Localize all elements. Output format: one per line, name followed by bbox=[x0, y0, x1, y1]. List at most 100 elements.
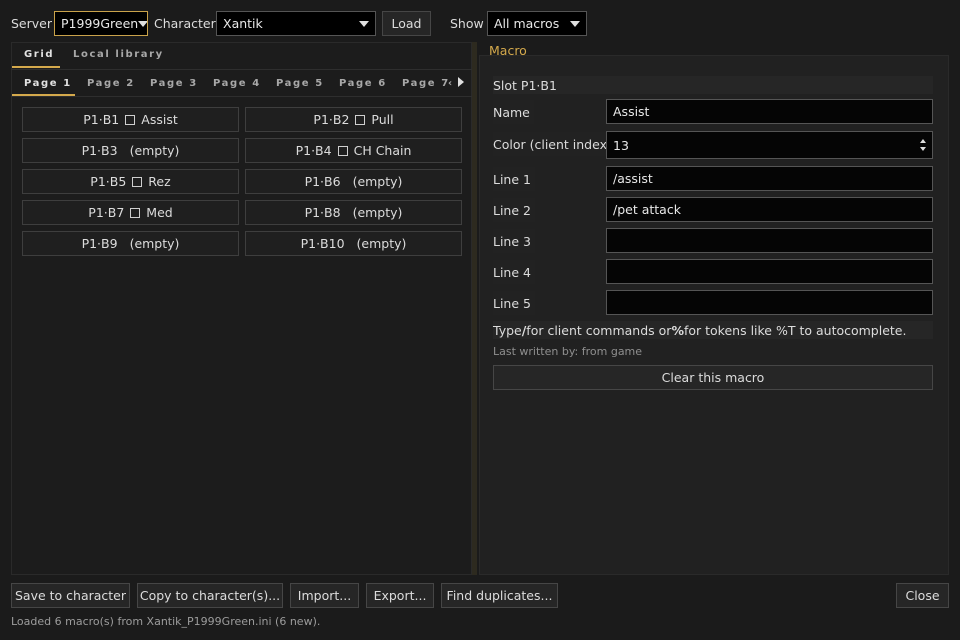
line-5-label-text: Line 5 bbox=[493, 295, 531, 311]
panel-splitter[interactable] bbox=[472, 42, 477, 575]
character-value: Xantik bbox=[223, 16, 263, 31]
macro-name: Pull bbox=[371, 112, 394, 127]
line-1-label-text: Line 1 bbox=[493, 171, 531, 187]
macro-name: (empty) bbox=[352, 205, 403, 220]
slot-id: P1·B10 bbox=[300, 236, 345, 251]
slot-heading: Slot P1·B1 bbox=[493, 77, 557, 93]
checkbox-icon bbox=[337, 145, 348, 156]
checkbox-icon bbox=[132, 176, 143, 187]
slot-heading-bar: Slot P1·B1 bbox=[493, 76, 933, 94]
color-label: Color (client index) bbox=[493, 132, 616, 156]
macro-slot-button[interactable]: P1·B1 Assist bbox=[22, 107, 239, 132]
macro-name: Rez bbox=[148, 174, 171, 189]
color-label-text: Color (client index) bbox=[493, 136, 612, 152]
tab-page-4[interactable]: Page 4 bbox=[213, 78, 261, 89]
macro-name: Med bbox=[146, 205, 173, 220]
server-value: P1999Green bbox=[61, 16, 139, 31]
name-input[interactable]: Assist bbox=[606, 99, 933, 124]
show-value: All macros bbox=[494, 16, 560, 31]
macro-slot-button[interactable]: P1·B9 (empty) bbox=[22, 231, 239, 256]
macro-slot-button[interactable]: P1·B8 (empty) bbox=[245, 200, 462, 225]
character-select[interactable]: Xantik bbox=[216, 11, 376, 36]
line-4-label-text: Line 4 bbox=[493, 264, 531, 280]
line-4-input[interactable] bbox=[606, 259, 933, 284]
close-button[interactable]: Close bbox=[896, 583, 949, 608]
line-1-value: /assist bbox=[613, 171, 653, 186]
line-2-label-text: Line 2 bbox=[493, 202, 531, 218]
tab-page-7[interactable]: Page 7 bbox=[402, 78, 450, 89]
spin-down-icon[interactable] bbox=[920, 147, 926, 151]
import-button[interactable]: Import... bbox=[290, 583, 359, 608]
slot-id: P1·B4 bbox=[295, 143, 332, 158]
copy-to-characters-button[interactable]: Copy to character(s)... bbox=[137, 583, 283, 608]
color-index-spinbox[interactable]: 13 bbox=[606, 131, 933, 159]
tab-page-1-underline bbox=[12, 94, 75, 96]
line-3-input[interactable] bbox=[606, 228, 933, 253]
chevron-down-icon bbox=[359, 20, 369, 27]
character-label: Character bbox=[154, 16, 216, 31]
line-3-label-text: Line 3 bbox=[493, 233, 531, 249]
status-bar: Loaded 6 macro(s) from Xantik_P1999Green… bbox=[11, 615, 321, 628]
hint-percent: % bbox=[671, 322, 684, 338]
tab-page-6[interactable]: Page 6 bbox=[339, 78, 387, 89]
slot-id: P1·B1 bbox=[83, 112, 120, 127]
line-1-input[interactable]: /assist bbox=[606, 166, 933, 191]
clear-macro-button[interactable]: Clear this macro bbox=[493, 365, 933, 390]
line-4-label: Line 4 bbox=[493, 260, 535, 284]
slot-id: P1·B8 bbox=[304, 205, 341, 220]
slot-id: P1·B2 bbox=[313, 112, 350, 127]
load-button[interactable]: Load bbox=[382, 11, 431, 36]
spin-arrows[interactable] bbox=[920, 139, 926, 151]
macro-name: (empty) bbox=[352, 174, 403, 189]
tab-page-3[interactable]: Page 3 bbox=[150, 78, 198, 89]
checkbox-icon bbox=[130, 207, 141, 218]
tab-page-1[interactable]: Page 1 bbox=[24, 78, 72, 89]
hint-text: Type bbox=[493, 322, 522, 338]
save-to-character-button[interactable]: Save to character bbox=[11, 583, 130, 608]
find-duplicates-button[interactable]: Find duplicates... bbox=[441, 583, 558, 608]
slot-id: P1·B9 bbox=[81, 236, 118, 251]
page-overflow-indicator: ‹ bbox=[448, 78, 454, 89]
slot-id: P1·B6 bbox=[304, 174, 341, 189]
slot-id: P1·B7 bbox=[88, 205, 125, 220]
macro-slot-button[interactable]: P1·B3 (empty) bbox=[22, 138, 239, 163]
macro-name: (empty) bbox=[356, 236, 407, 251]
server-select[interactable]: P1999Green bbox=[54, 11, 148, 36]
macro-name: Assist bbox=[141, 112, 178, 127]
tab-page-2[interactable]: Page 2 bbox=[87, 78, 135, 89]
tab-page-5[interactable]: Page 5 bbox=[276, 78, 324, 89]
macro-name: CH Chain bbox=[353, 143, 412, 158]
macro-slot-button[interactable]: P1·B10 (empty) bbox=[245, 231, 462, 256]
line-1-label: Line 1 bbox=[493, 167, 535, 191]
name-label: Name bbox=[493, 100, 534, 124]
line-2-input[interactable]: /pet attack bbox=[606, 197, 933, 222]
chevron-down-icon bbox=[570, 20, 580, 27]
hint-text: for client commands or bbox=[526, 322, 672, 338]
line-3-label: Line 3 bbox=[493, 229, 535, 253]
macro-slot-button[interactable]: P1·B6 (empty) bbox=[245, 169, 462, 194]
scroll-right-icon[interactable] bbox=[458, 77, 464, 87]
export-button[interactable]: Export... bbox=[366, 583, 434, 608]
line-5-input[interactable] bbox=[606, 290, 933, 315]
show-filter-select[interactable]: All macros bbox=[487, 11, 587, 36]
macro-slot-button[interactable]: P1·B5 Rez bbox=[22, 169, 239, 194]
line-2-value: /pet attack bbox=[613, 202, 681, 217]
tab-grid[interactable]: Grid bbox=[24, 49, 54, 60]
macro-name: (empty) bbox=[129, 236, 180, 251]
name-label-text: Name bbox=[493, 104, 530, 120]
slot-id: P1·B5 bbox=[90, 174, 127, 189]
macro-section-title: Macro bbox=[489, 43, 527, 58]
checkbox-icon bbox=[125, 114, 136, 125]
macro-slot-button[interactable]: P1·B2 Pull bbox=[245, 107, 462, 132]
last-written-info: Last written by: from game bbox=[493, 345, 643, 358]
color-value: 13 bbox=[613, 137, 629, 153]
hint-text: for tokens like %T to autocomplete. bbox=[683, 322, 907, 338]
spin-up-icon[interactable] bbox=[920, 139, 926, 143]
tab-local-library[interactable]: Local library bbox=[73, 49, 164, 60]
macro-name: (empty) bbox=[129, 143, 180, 158]
macro-slot-button[interactable]: P1·B4 CH Chain bbox=[245, 138, 462, 163]
macro-slot-button[interactable]: P1·B7 Med bbox=[22, 200, 239, 225]
checkbox-icon bbox=[355, 114, 366, 125]
show-label: Show bbox=[450, 16, 484, 31]
slot-id: P1·B3 bbox=[81, 143, 118, 158]
